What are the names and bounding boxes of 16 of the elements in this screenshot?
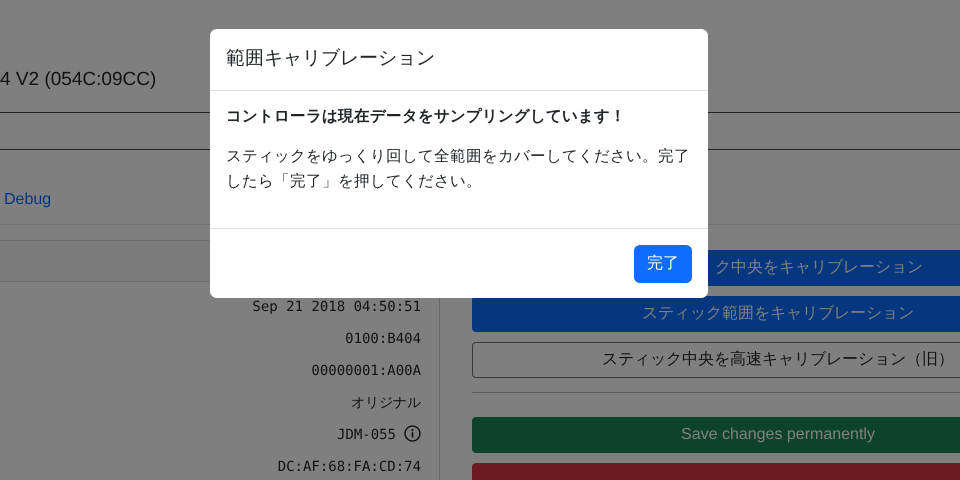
done-button[interactable]: 完了 — [634, 244, 692, 282]
info-value: Sep 21 2018 04:50:51 — [252, 299, 421, 315]
info-value: JDM-055 — [336, 427, 396, 443]
debug-link[interactable]: Debug — [4, 188, 52, 212]
info-icon[interactable] — [404, 425, 421, 442]
calibration-button[interactable]: スティック範囲をキャリブレーション — [472, 296, 960, 332]
device-title: 4 V2 (054C:09CC) — [0, 68, 156, 92]
info-value: DC:AF:68:FA:CD:74 — [278, 459, 421, 475]
info-value: 00000001:A00A — [311, 363, 421, 379]
info-value: オリジナル — [351, 395, 421, 411]
modal-message: スティックをゆっくり回して全範囲をカバーしてください。完了したら「完了」を押してください。 — [226, 147, 691, 192]
calibration-button[interactable]: Save changes permanently — [472, 417, 960, 453]
modal-title: 範囲キャリブレーション — [226, 47, 435, 72]
modal-lead: コントローラは現在データをサンプリングしています！ — [226, 106, 627, 127]
calibration-button[interactable]: スティック中央を高速キャリブレーション（旧） — [472, 342, 960, 378]
info-value: 0100:B404 — [345, 331, 421, 347]
